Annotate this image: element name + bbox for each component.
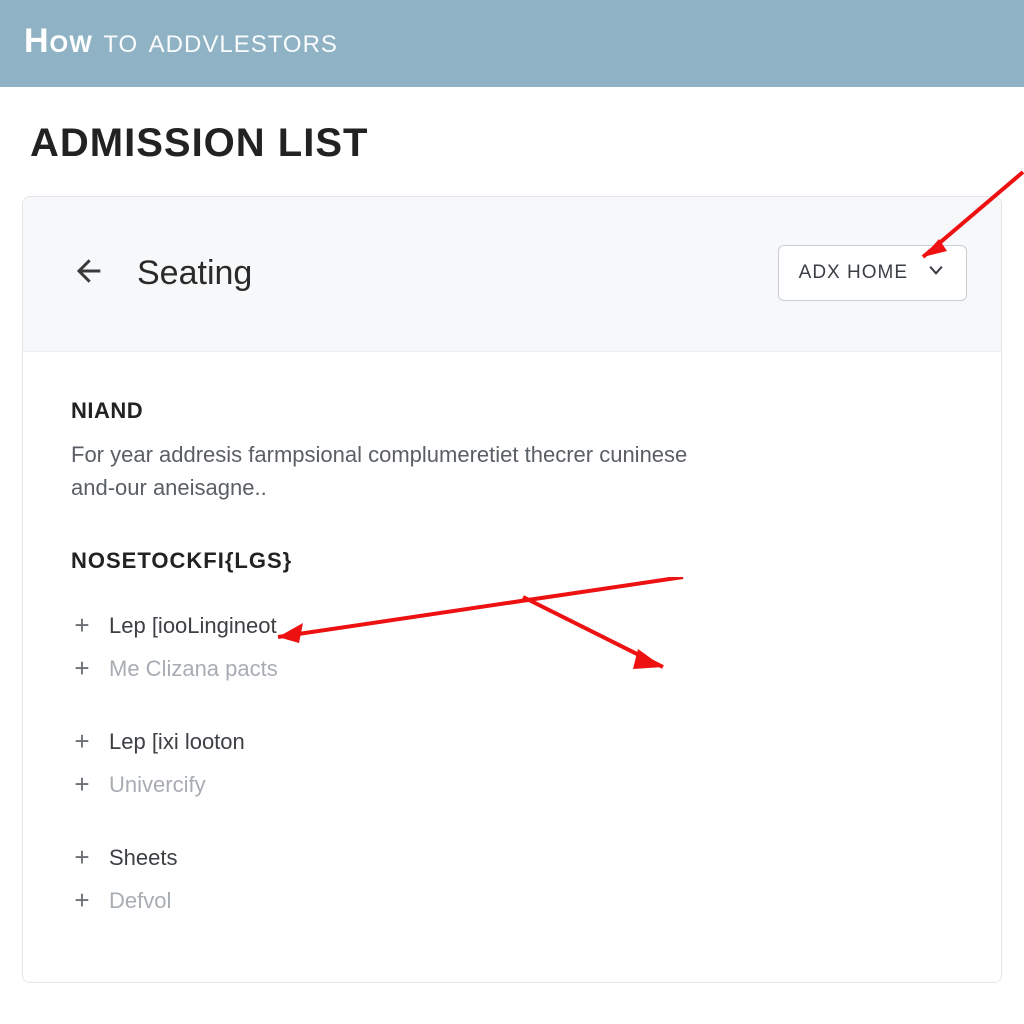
arrow-left-icon[interactable] xyxy=(71,255,103,292)
card-title: Seating xyxy=(137,254,252,293)
card-header: Seating ADX HOME xyxy=(23,197,1001,352)
plus-icon: + xyxy=(71,842,93,873)
home-dropdown[interactable]: ADX HOME xyxy=(778,245,967,301)
list-item-label: Lep [iooLingineot xyxy=(109,613,277,639)
section-description: For year addresis farmpsional complumere… xyxy=(71,438,691,504)
plus-icon: + xyxy=(71,885,93,916)
page-title: ADMISSION LIST xyxy=(0,87,1024,186)
chevron-down-icon xyxy=(926,260,946,286)
list-item-label: Lep [ixi looton xyxy=(109,729,245,755)
list-item[interactable]: + Univercify xyxy=(71,763,953,806)
home-dropdown-label: ADX HOME xyxy=(799,262,908,284)
banner-lead: How xyxy=(24,22,93,60)
list-item-label: Sheets xyxy=(109,845,178,871)
card: Seating ADX HOME NIAND For year addresis… xyxy=(22,196,1002,983)
item-group: + Lep [ixi looton + Univercify xyxy=(71,720,953,806)
plus-icon: + xyxy=(71,769,93,800)
section-subheading: NOSETOCKFI{LGS} xyxy=(71,548,953,574)
plus-icon: + xyxy=(71,653,93,684)
list-item[interactable]: + Lep [ixi looton xyxy=(71,720,953,763)
card-header-left: Seating xyxy=(71,254,252,293)
list-item[interactable]: + Defvol xyxy=(71,879,953,922)
list-item[interactable]: + Lep [iooLingineot xyxy=(71,604,953,647)
item-groups: + Lep [iooLingineot + Me Clizana pacts + Lep … xyxy=(71,604,953,922)
card-body: NIAND For year addresis farmpsional comp… xyxy=(23,352,1001,982)
list-item-label: Me Clizana pacts xyxy=(109,656,278,682)
banner-rest: to addvlestors xyxy=(93,22,338,60)
item-group: + Lep [iooLingineot + Me Clizana pacts xyxy=(71,604,953,690)
item-group: + Sheets + Defvol xyxy=(71,836,953,922)
section-label: NIAND xyxy=(71,398,953,424)
top-banner: How to addvlestors xyxy=(0,0,1024,87)
list-item-label: Univercify xyxy=(109,772,206,798)
list-item[interactable]: + Me Clizana pacts xyxy=(71,647,953,690)
plus-icon: + xyxy=(71,610,93,641)
plus-icon: + xyxy=(71,726,93,757)
list-item-label: Defvol xyxy=(109,888,171,914)
list-item[interactable]: + Sheets xyxy=(71,836,953,879)
